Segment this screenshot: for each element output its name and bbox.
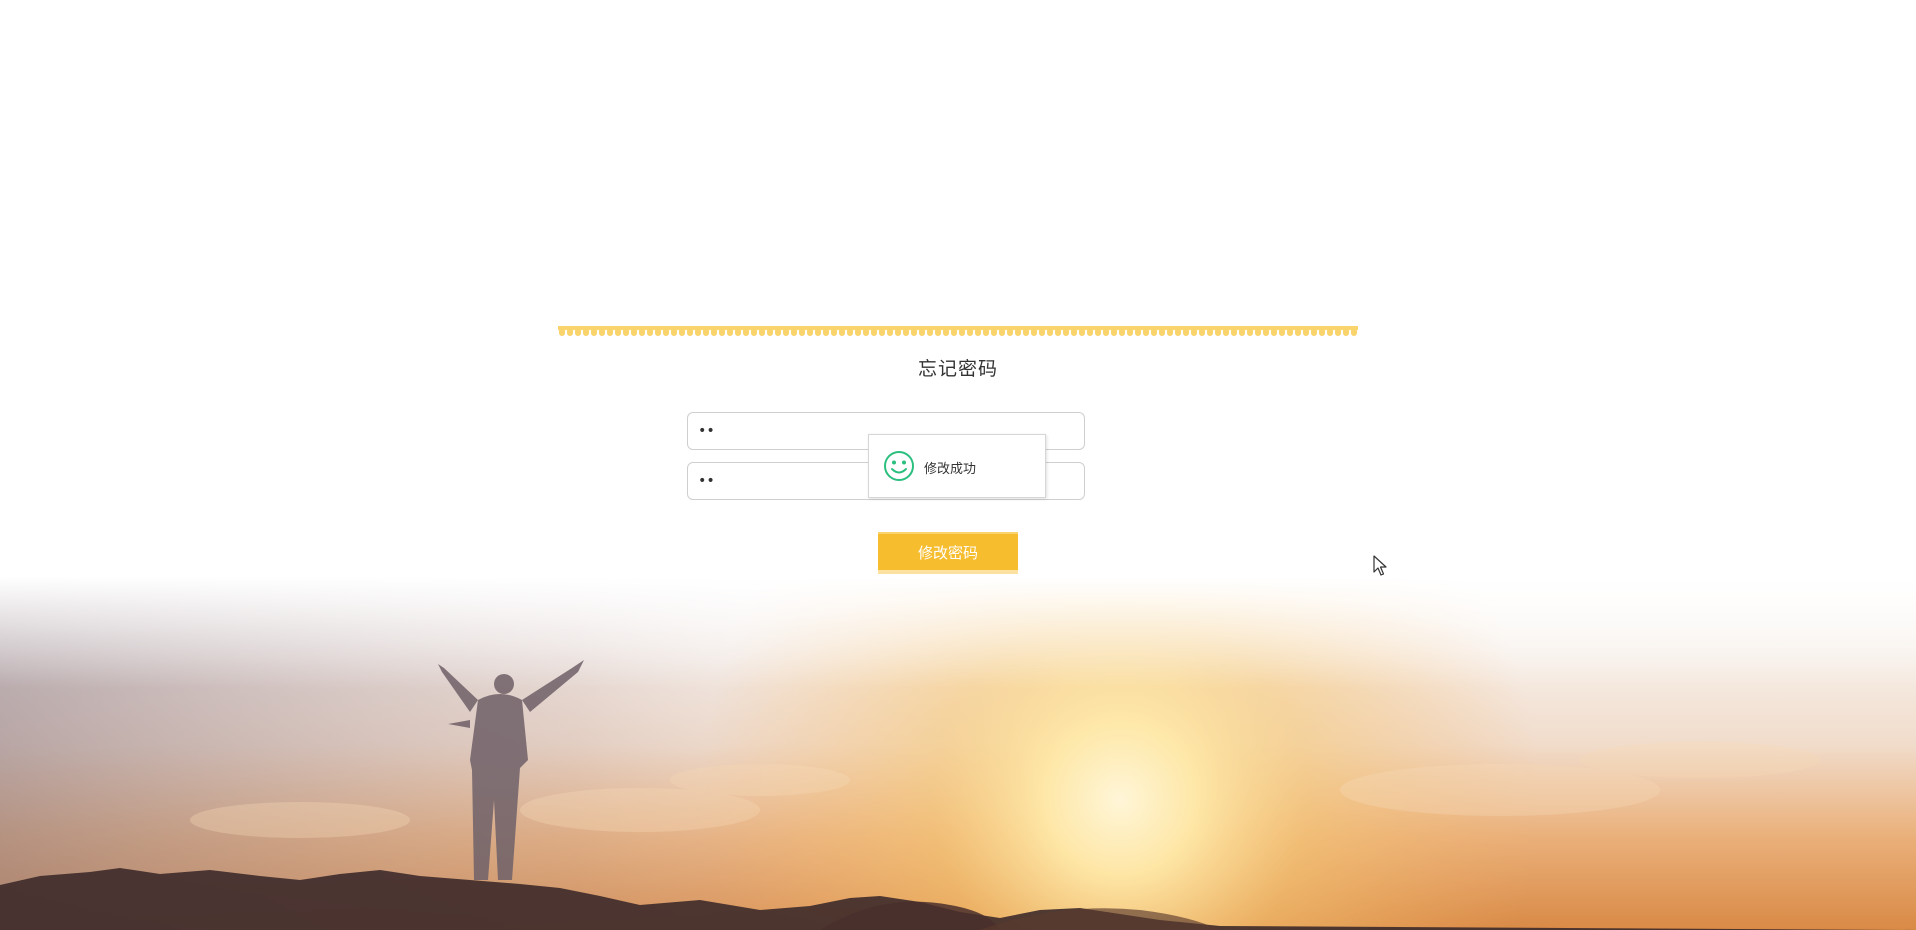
success-toast: 修改成功 <box>868 434 1046 498</box>
change-password-button[interactable]: 修改密码 <box>878 532 1018 574</box>
zigzag-divider <box>558 326 1358 338</box>
page-title: 忘记密码 <box>917 358 998 380</box>
toast-message: 修改成功 <box>924 462 977 477</box>
smile-icon <box>884 451 914 481</box>
page: 忘记密码 修改密码 修改成功 <box>0 0 1916 930</box>
mouse-cursor-icon <box>1373 555 1387 576</box>
